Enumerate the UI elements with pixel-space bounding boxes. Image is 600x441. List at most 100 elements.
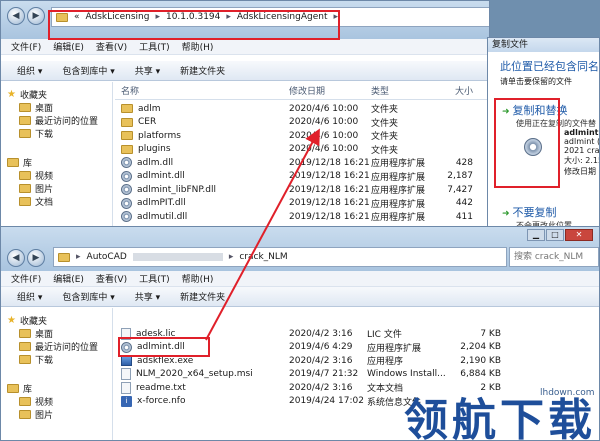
file-row[interactable]: CER 2020/4/6 10:00 文件夹 — [115, 116, 489, 130]
folder-icon — [121, 144, 133, 154]
address-bar[interactable]: « AdskLicensing ▸ 10.1.0.3194 ▸ AdskLice… — [51, 7, 489, 27]
nav-item-recent[interactable]: 最近访问的位置 — [7, 340, 112, 353]
nav-favorites[interactable]: ★ 收藏夹 — [7, 314, 112, 327]
nav-item-pictures[interactable]: 图片 — [7, 182, 112, 195]
title-bar: ◀ ▶ « AdskLicensing ▸ 10.1.0.3194 ▸ Adsk… — [1, 1, 489, 39]
include-library-button[interactable]: 包含到库中 ▾ — [62, 290, 114, 303]
include-library-button[interactable]: 包含到库中 ▾ — [62, 64, 114, 77]
file-name-cell: adlmPIT.dll — [115, 197, 289, 209]
gear-icon — [121, 197, 132, 209]
gear-icon — [121, 157, 132, 169]
nav-item-desktop[interactable]: 桌面 — [7, 101, 112, 114]
nav-favorites[interactable]: ★ 收藏夹 — [7, 88, 112, 101]
nav-item-documents[interactable]: 文档 — [7, 195, 112, 208]
file-type: 文件夹 — [371, 118, 399, 129]
preview-line: 大小: 2.15 — [564, 156, 600, 165]
menu-file[interactable]: 文件(F) — [11, 40, 41, 53]
menu-tools[interactable]: 工具(T) — [139, 40, 170, 53]
file-row[interactable]: adlmint.dll 2019/4/6 4:29 应用程序扩展 2,204 KB — [115, 341, 515, 355]
address-segment[interactable]: AdskLicensingAgent — [237, 12, 328, 22]
menu-edit[interactable]: 编辑(E) — [53, 272, 84, 285]
file-date: 2019/12/18 16:21 — [289, 171, 370, 182]
file-date: 2019/4/6 4:29 — [289, 342, 353, 353]
new-folder-button[interactable]: 新建文件夹 — [180, 64, 225, 77]
file-type: 应用程序扩展 — [371, 186, 426, 197]
nav-library[interactable]: 库 — [7, 382, 112, 395]
file-row[interactable]: platforms 2020/4/6 10:00 文件夹 — [115, 129, 489, 143]
file-type: 文件夹 — [371, 132, 399, 143]
forward-button[interactable]: ▶ — [27, 249, 45, 267]
file-row[interactable]: adlm 2020/4/6 10:00 文件夹 — [115, 102, 489, 116]
address-segment[interactable]: AdskLicensing — [86, 12, 150, 22]
nav-item-downloads[interactable]: 下载 — [7, 353, 112, 366]
address-segment[interactable]: 10.1.0.3194 — [166, 12, 220, 22]
nav-library[interactable]: 库 — [7, 156, 112, 169]
copy-file-dialog: 复制文件 此位置已经包含同名文 请单击要保留的文件 ➜ 复制和替换 使用正在复制的… — [487, 37, 600, 229]
share-button[interactable]: 共享 ▾ — [135, 290, 160, 303]
forward-button[interactable]: ▶ — [27, 7, 45, 25]
watermark-url: lhdown.com — [540, 388, 595, 398]
nav-item-pictures[interactable]: 图片 — [7, 408, 112, 421]
menu-file[interactable]: 文件(F) — [11, 272, 41, 285]
minimize-button[interactable]: ▁ — [527, 229, 545, 241]
column-type[interactable]: 类型 — [371, 84, 433, 97]
gear-icon — [121, 170, 132, 182]
column-date[interactable]: 修改日期 — [289, 84, 371, 97]
address-segment[interactable]: crack_NLM — [239, 252, 287, 262]
file-size: 2,187 — [447, 171, 473, 182]
menu-tools[interactable]: 工具(T) — [139, 272, 170, 285]
file-row[interactable]: adlm.dll 2019/12/18 16:21 应用程序扩展 428 — [115, 156, 489, 170]
file-row[interactable]: adlmint_libFNP.dll 2019/12/18 16:21 应用程序扩展… — [115, 183, 489, 197]
menu-view[interactable]: 查看(V) — [96, 40, 127, 53]
menu-help[interactable]: 帮助(H) — [182, 272, 214, 285]
nav-item-videos[interactable]: 视频 — [7, 169, 112, 182]
nav-item-downloads[interactable]: 下载 — [7, 127, 112, 140]
file-name: NLM_2020_x64_setup.msi — [136, 369, 253, 380]
documents-icon — [19, 197, 31, 206]
nav-item-recent[interactable]: 最近访问的位置 — [7, 114, 112, 127]
command-bar: 组织 ▾ 包含到库中 ▾ 共享 ▾ 新建文件夹 — [1, 287, 599, 307]
file-row[interactable]: NLM_2020_x64_setup.msi 2019/4/7 21:32 Wind… — [115, 368, 515, 382]
menu-edit[interactable]: 编辑(E) — [53, 40, 84, 53]
file-name: CER — [138, 117, 157, 128]
file-row[interactable]: plugins 2020/4/6 10:00 文件夹 — [115, 143, 489, 157]
file-name-cell: CER — [115, 117, 289, 127]
nav-item-desktop[interactable]: 桌面 — [7, 327, 112, 340]
column-name[interactable]: 名称 — [115, 84, 289, 97]
search-input[interactable] — [509, 247, 599, 267]
column-size[interactable]: 大小 — [433, 84, 473, 97]
file-row[interactable]: adlmPIT.dll 2019/12/18 16:21 应用程序扩展 442 — [115, 197, 489, 211]
nav-item-videos[interactable]: 视频 — [7, 395, 112, 408]
organize-button[interactable]: 组织 ▾ — [17, 64, 42, 77]
file-date: 2019/12/18 16:21 — [289, 184, 370, 195]
file-row[interactable]: adlmint.dll 2019/12/18 16:21 应用程序扩展 2,187 — [115, 170, 489, 184]
window-controls: ▁ □ ✕ — [527, 229, 593, 241]
file-name: platforms — [138, 130, 181, 141]
file-name: adlmint_libFNP.dll — [137, 184, 216, 195]
downloads-icon — [19, 355, 31, 364]
address-bar[interactable]: ▸ AutoCAD ▸ crack_NLM — [53, 247, 507, 267]
file-row[interactable]: adlmutil.dll 2019/12/18 16:21 应用程序扩展 411 — [115, 210, 489, 224]
file-row[interactable]: adskflex.exe 2020/4/2 3:16 应用程序 2,190 KB — [115, 354, 515, 368]
file-date: 2019/4/24 17:02 — [289, 396, 364, 407]
share-button[interactable]: 共享 ▾ — [135, 64, 160, 77]
organize-button[interactable]: 组织 ▾ — [17, 290, 42, 303]
copy-and-replace-option[interactable]: ➜ 复制和替换 使用正在复制的文件替 — [502, 102, 596, 129]
maximize-button[interactable]: □ — [546, 229, 564, 241]
exe-icon — [121, 355, 132, 367]
navigation-pane: ★ 收藏夹 桌面 最近访问的位置 下载 库 视频 图片 文档 — [1, 82, 113, 235]
file-name: adlmint.dll — [137, 342, 185, 353]
back-button[interactable]: ◀ — [7, 7, 25, 25]
recent-places-icon — [19, 116, 31, 125]
menu-help[interactable]: 帮助(H) — [182, 40, 214, 53]
menu-view[interactable]: 查看(V) — [96, 272, 127, 285]
address-segment[interactable]: AutoCAD — [87, 252, 127, 262]
file-name: plugins — [138, 144, 171, 155]
close-button[interactable]: ✕ — [565, 229, 593, 241]
back-button[interactable]: ◀ — [7, 249, 25, 267]
nav-label: 库 — [23, 385, 33, 395]
file-row[interactable]: adesk.lic 2020/4/2 3:16 LIC 文件 7 KB — [115, 327, 515, 341]
new-folder-button[interactable]: 新建文件夹 — [180, 290, 225, 303]
file-name-cell: adlmint.dll — [115, 170, 289, 182]
nfo-icon: i — [121, 395, 132, 407]
